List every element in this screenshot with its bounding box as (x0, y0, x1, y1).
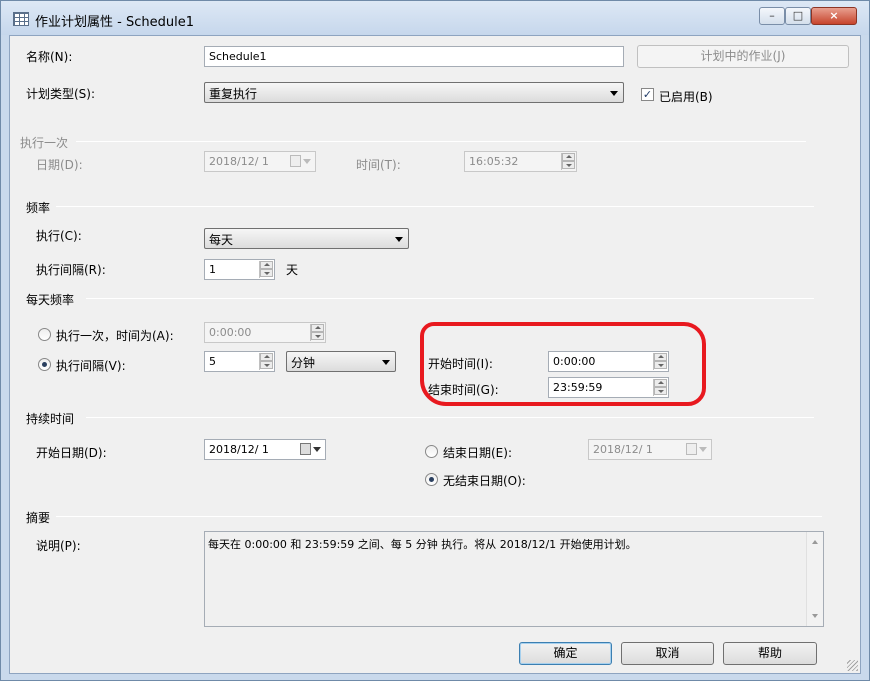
chevron-down-icon (610, 91, 618, 96)
occurs-every-unit-select[interactable]: 分钟 (286, 351, 396, 372)
occurs-once-radio[interactable] (38, 328, 51, 341)
spinner-icon[interactable] (561, 153, 575, 170)
occurs-once-label: 执行一次，时间为(A): (56, 329, 174, 343)
frequency-header: 频率 (26, 201, 51, 215)
divider (86, 298, 814, 299)
vertical-scrollbar[interactable] (806, 532, 823, 626)
occurs-select[interactable]: 每天 (204, 228, 409, 249)
jobs-in-schedule-button[interactable]: 计划中的作业(J) (637, 45, 849, 68)
occurs-once-time-input[interactable]: 0:00:00 (204, 322, 326, 343)
start-date-value: 2018/12/ 1 (209, 443, 269, 456)
description-label: 说明(P): (36, 539, 81, 553)
spinner-icon[interactable] (310, 324, 324, 341)
occurs-every-radio[interactable] (38, 358, 51, 371)
window-title: 作业计划属性 - Schedule1 (35, 15, 194, 30)
enabled-label: 已启用(B) (659, 90, 713, 104)
start-date-label: 开始日期(D): (36, 446, 107, 460)
occurs-value: 每天 (209, 233, 234, 247)
close-button[interactable]: × (811, 7, 857, 25)
maximize-button[interactable]: □ (785, 7, 811, 25)
calendar-icon (686, 443, 708, 456)
cancel-button[interactable]: 取消 (621, 642, 714, 665)
resize-grip-icon[interactable] (847, 660, 858, 671)
divider (76, 141, 806, 142)
summary-header: 摘要 (26, 511, 51, 525)
minimize-button[interactable]: – (759, 7, 785, 25)
one-time-time-label: 时间(T): (356, 158, 401, 172)
end-date-picker[interactable]: 2018/12/ 1 (588, 439, 712, 460)
calendar-icon (300, 443, 322, 456)
occurs-every-input[interactable]: 5 (204, 351, 275, 372)
recurs-value: 1 (209, 263, 216, 276)
name-label: 名称(N): (26, 50, 73, 64)
divider (56, 516, 822, 517)
schedule-type-value: 重复执行 (209, 87, 258, 101)
spinner-icon[interactable] (259, 353, 273, 370)
daily-frequency-header: 每天频率 (26, 293, 75, 307)
scroll-up-icon[interactable] (812, 540, 818, 544)
name-input[interactable]: Schedule1 (204, 46, 624, 67)
dialog-window: 作业计划属性 - Schedule1 – □ × 名称(N): Schedule… (0, 0, 870, 681)
table-icon (13, 12, 29, 26)
duration-header: 持续时间 (26, 412, 75, 426)
occurs-every-label: 执行间隔(V): (56, 359, 126, 373)
chevron-down-icon (382, 360, 390, 365)
description-text: 每天在 0:00:00 和 23:59:59 之间、每 5 分钟 执行。将从 2… (208, 538, 637, 551)
schedule-type-label: 计划类型(S): (26, 87, 96, 101)
occurs-label: 执行(C): (36, 229, 82, 243)
one-time-header: 执行一次 (20, 136, 69, 150)
occurs-every-unit-value: 分钟 (291, 356, 316, 370)
one-time-date-label: 日期(D): (36, 158, 83, 172)
divider (56, 206, 814, 207)
divider (86, 417, 814, 418)
dialog-body: 名称(N): Schedule1 计划中的作业(J) 计划类型(S): 重复执行… (9, 35, 861, 674)
help-button[interactable]: 帮助 (723, 642, 817, 665)
recurs-input[interactable]: 1 (204, 259, 275, 280)
description-textarea[interactable]: 每天在 0:00:00 和 23:59:59 之间、每 5 分钟 执行。将从 2… (204, 531, 824, 627)
occurs-every-value: 5 (209, 355, 216, 368)
schedule-type-select[interactable]: 重复执行 (204, 82, 624, 103)
occurs-once-time-value: 0:00:00 (209, 326, 252, 339)
one-time-date-picker[interactable]: 2018/12/ 1 (204, 151, 316, 172)
title-bar[interactable]: 作业计划属性 - Schedule1 – □ × (1, 1, 869, 35)
red-annotation-circle (420, 322, 706, 406)
enabled-checkbox[interactable]: ✓ (641, 88, 654, 101)
end-date-radio[interactable] (425, 445, 438, 458)
start-date-picker[interactable]: 2018/12/ 1 (204, 439, 326, 460)
scroll-down-icon[interactable] (812, 614, 818, 618)
calendar-icon (290, 155, 312, 168)
one-time-time-input[interactable]: 16:05:32 (464, 151, 577, 172)
one-time-time-value: 16:05:32 (469, 155, 519, 168)
end-date-label: 结束日期(E): (443, 446, 512, 460)
chevron-down-icon (395, 237, 403, 242)
spinner-icon[interactable] (259, 261, 273, 278)
one-time-date-value: 2018/12/ 1 (209, 155, 269, 168)
recurs-label: 执行间隔(R): (36, 263, 106, 277)
no-end-date-radio[interactable] (425, 473, 438, 486)
end-date-value: 2018/12/ 1 (593, 443, 653, 456)
recurs-unit: 天 (286, 263, 299, 277)
no-end-date-label: 无结束日期(O): (443, 474, 526, 488)
ok-button[interactable]: 确定 (519, 642, 612, 665)
